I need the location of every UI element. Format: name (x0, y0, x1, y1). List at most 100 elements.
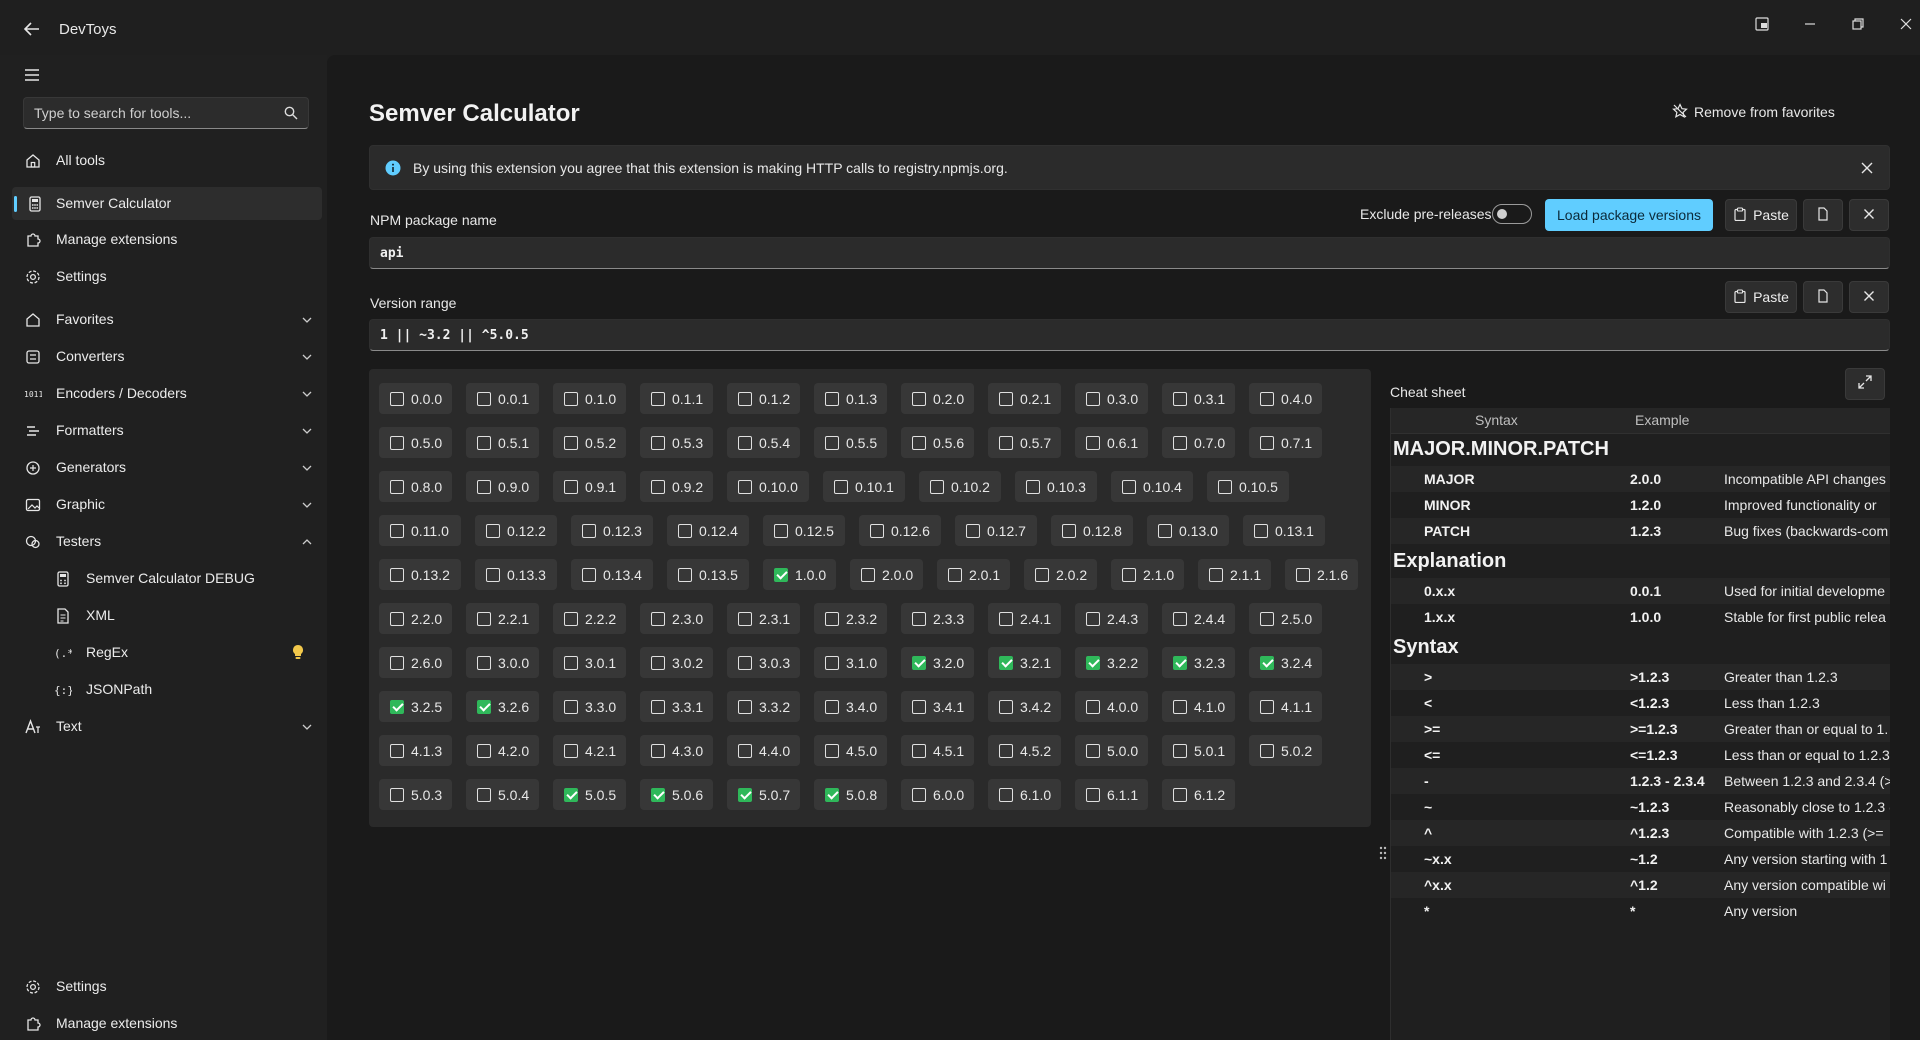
version-chip[interactable]: 6.0.0 (901, 779, 974, 810)
version-checkbox[interactable] (564, 479, 578, 494)
chevron-down-icon[interactable] (300, 461, 314, 475)
version-chip[interactable]: 4.5.0 (814, 735, 887, 766)
version-checkbox[interactable] (564, 611, 578, 626)
sidebar-item-regex[interactable]: (.*) RegEx (10, 636, 322, 669)
version-chip[interactable]: 4.5.2 (988, 735, 1061, 766)
search-box[interactable] (23, 97, 309, 129)
version-chip[interactable]: 6.1.0 (988, 779, 1061, 810)
restore-icon[interactable] (1848, 14, 1868, 34)
version-checkbox[interactable] (738, 787, 752, 802)
version-checkbox[interactable] (651, 435, 665, 450)
version-chip[interactable]: 2.1.1 (1198, 559, 1271, 590)
load-package-versions-button[interactable]: Load package versions (1545, 199, 1713, 231)
version-chip[interactable]: 0.1.2 (727, 383, 800, 414)
version-chip[interactable]: 0.5.7 (988, 427, 1061, 458)
version-checkbox[interactable] (1086, 655, 1100, 670)
version-chip[interactable]: 0.13.1 (1243, 515, 1325, 546)
open-file-button[interactable] (1803, 281, 1843, 313)
version-chip[interactable]: 0.1.0 (553, 383, 626, 414)
version-chip[interactable]: 5.0.2 (1249, 735, 1322, 766)
version-chip[interactable]: 4.4.0 (727, 735, 800, 766)
version-checkbox[interactable] (477, 699, 491, 714)
version-chip[interactable]: 0.12.7 (955, 515, 1037, 546)
version-chip[interactable]: 4.1.1 (1249, 691, 1322, 722)
version-chip[interactable]: 0.13.5 (667, 559, 749, 590)
version-checkbox[interactable] (1260, 655, 1274, 670)
version-chip[interactable]: 5.0.8 (814, 779, 887, 810)
version-chip[interactable]: 3.2.5 (379, 691, 452, 722)
chevron-down-icon[interactable] (300, 498, 314, 512)
version-chip[interactable]: 5.0.3 (379, 779, 452, 810)
version-checkbox[interactable] (390, 743, 404, 758)
close-window-icon[interactable] (1896, 14, 1916, 34)
version-checkbox[interactable] (1122, 567, 1136, 582)
chevron-down-icon[interactable] (300, 313, 314, 327)
version-chip[interactable]: 3.1.0 (814, 647, 887, 678)
version-chip[interactable]: 0.12.6 (859, 515, 941, 546)
version-checkbox[interactable] (774, 567, 788, 582)
version-chip[interactable]: 3.0.2 (640, 647, 713, 678)
hamburger-menu-icon[interactable] (22, 65, 42, 85)
sidebar-item-graphic[interactable]: Graphic (10, 488, 322, 521)
paste-button[interactable]: Paste (1725, 199, 1797, 231)
version-chip[interactable]: 3.3.0 (553, 691, 626, 722)
version-checkbox[interactable] (1173, 435, 1187, 450)
version-checkbox[interactable] (477, 787, 491, 802)
back-arrow-icon[interactable] (22, 19, 42, 39)
version-chip[interactable]: 0.9.1 (553, 471, 626, 502)
npm-package-input[interactable]: api (369, 237, 1890, 269)
chevron-down-icon[interactable] (300, 387, 314, 401)
paste-button[interactable]: Paste (1725, 281, 1797, 313)
version-checkbox[interactable] (390, 611, 404, 626)
sidebar-item-all-tools[interactable]: All tools (10, 144, 322, 177)
version-checkbox[interactable] (825, 655, 839, 670)
version-chip[interactable]: 2.0.2 (1024, 559, 1097, 590)
version-chip[interactable]: 0.5.2 (553, 427, 626, 458)
version-chip[interactable]: 3.2.0 (901, 647, 974, 678)
version-checkbox[interactable] (390, 479, 404, 494)
sidebar-item-converters[interactable]: Converters (10, 340, 322, 373)
version-chip[interactable]: 0.13.0 (1147, 515, 1229, 546)
version-checkbox[interactable] (678, 567, 692, 582)
version-chip[interactable]: 0.7.0 (1162, 427, 1235, 458)
version-checkbox[interactable] (912, 699, 926, 714)
version-chip[interactable]: 0.9.0 (466, 471, 539, 502)
version-chip[interactable]: 2.2.0 (379, 603, 452, 634)
version-checkbox[interactable] (1086, 743, 1100, 758)
version-checkbox[interactable] (564, 435, 578, 450)
version-checkbox[interactable] (1086, 611, 1100, 626)
version-checkbox[interactable] (477, 611, 491, 626)
version-checkbox[interactable] (912, 391, 926, 406)
version-checkbox[interactable] (999, 655, 1013, 670)
version-chip[interactable]: 5.0.1 (1162, 735, 1235, 766)
search-input[interactable] (24, 98, 274, 128)
version-chip[interactable]: 0.10.4 (1111, 471, 1193, 502)
version-checkbox[interactable] (825, 699, 839, 714)
version-chip[interactable]: 4.2.1 (553, 735, 626, 766)
version-checkbox[interactable] (861, 567, 875, 582)
version-chip[interactable]: 0.10.2 (919, 471, 1001, 502)
version-checkbox[interactable] (390, 523, 404, 538)
version-checkbox[interactable] (738, 743, 752, 758)
version-checkbox[interactable] (1086, 699, 1100, 714)
version-chip[interactable]: 3.2.1 (988, 647, 1061, 678)
version-chip[interactable]: 0.5.1 (466, 427, 539, 458)
version-chip[interactable]: 2.1.0 (1111, 559, 1184, 590)
version-chip[interactable]: 3.3.1 (640, 691, 713, 722)
chevron-up-icon[interactable] (300, 535, 314, 549)
version-chip[interactable]: 0.1.3 (814, 383, 887, 414)
version-checkbox[interactable] (1062, 523, 1076, 538)
version-checkbox[interactable] (486, 567, 500, 582)
version-checkbox[interactable] (825, 435, 839, 450)
version-chip[interactable]: 0.1.1 (640, 383, 713, 414)
version-chip[interactable]: 0.12.3 (571, 515, 653, 546)
version-checkbox[interactable] (1260, 743, 1274, 758)
version-checkbox[interactable] (582, 523, 596, 538)
version-chip[interactable]: 4.0.0 (1075, 691, 1148, 722)
version-chip[interactable]: 0.13.3 (475, 559, 557, 590)
version-chip[interactable]: 5.0.7 (727, 779, 800, 810)
version-checkbox[interactable] (477, 391, 491, 406)
version-chip[interactable]: 0.13.2 (379, 559, 461, 590)
version-chip[interactable]: 2.6.0 (379, 647, 452, 678)
version-chip[interactable]: 0.12.4 (667, 515, 749, 546)
